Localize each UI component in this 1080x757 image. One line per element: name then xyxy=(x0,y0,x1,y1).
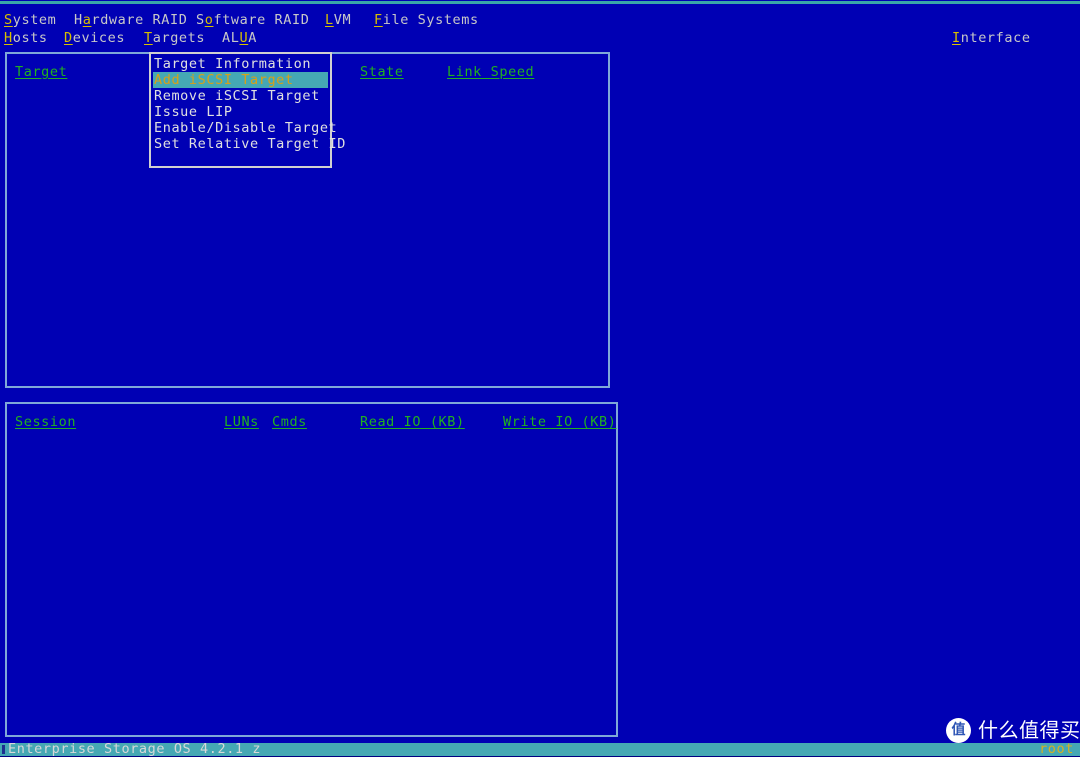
menu-option-set-relative-target-id[interactable]: Set Relative Target ID xyxy=(151,136,345,152)
watermark: 值 什么值得买 xyxy=(946,715,1080,745)
terminal-screen: System Hardware RAID Software RAID LVM File … xyxy=(0,0,1080,756)
sessions-column-headers: Session LUNs Cmds Read IO (KB) Write IO (KB) xyxy=(7,412,616,432)
menu-item-hosts[interactable]: Hosts xyxy=(4,29,48,47)
column-header-session[interactable]: Session xyxy=(15,412,76,432)
menu-item-devices[interactable]: Devices xyxy=(64,29,125,47)
menu-item-software-raid[interactable]: Software RAID xyxy=(196,11,309,29)
sessions-panel: Session LUNs Cmds Read IO (KB) Write IO (KB) xyxy=(5,402,618,737)
status-bar-tick xyxy=(2,745,5,754)
column-header-luns[interactable]: LUNs xyxy=(224,412,259,432)
menu-hotkey-letter: I xyxy=(952,30,961,46)
menu-hotkey-letter: o xyxy=(204,12,214,28)
menu-option-add-iscsi-target[interactable]: Add iSCSI Target xyxy=(153,72,328,88)
status-bar-version: Enterprise Storage OS 4.2.1 z xyxy=(8,741,262,757)
column-header-link-speed[interactable]: Link Speed xyxy=(447,62,534,82)
menu-option-enable-disable-target[interactable]: Enable/Disable Target xyxy=(151,120,337,136)
menu-option-remove-iscsi-target[interactable]: Remove iSCSI Target xyxy=(151,88,330,104)
menu-hotkey-letter: L xyxy=(325,12,334,28)
column-header-state[interactable]: State xyxy=(360,62,404,82)
column-header-cmds[interactable]: Cmds xyxy=(272,412,307,432)
menu-hotkey-letter: a xyxy=(82,12,92,28)
menu-item-hardware-raid[interactable]: Hardware RAID xyxy=(74,11,187,29)
menu-item-alua[interactable]: ALUA xyxy=(222,29,257,47)
watermark-text: 什么值得买 xyxy=(978,717,1080,742)
menu-hotkey-letter: H xyxy=(4,30,13,46)
menu-row-secondary: Hosts Devices Targets ALUA xyxy=(0,29,1080,47)
column-header-write-io-kb[interactable]: Write IO (KB) xyxy=(503,412,616,432)
menu-item-file-systems[interactable]: File Systems xyxy=(374,11,479,29)
menu-item-system[interactable]: System xyxy=(4,11,56,29)
menu-hotkey-letter: F xyxy=(374,12,383,28)
menu-option-issue-lip[interactable]: Issue LIP xyxy=(151,104,330,120)
status-bar: Enterprise Storage OS 4.2.1 z root xyxy=(0,741,1080,757)
menu-hotkey-letter: T xyxy=(144,30,153,46)
menu-item-targets[interactable]: Targets xyxy=(144,29,205,47)
targets-dropdown-menu[interactable]: Target Information Add iSCSI Target Remove… xyxy=(149,52,345,168)
menu-option-target-information[interactable]: Target Information xyxy=(151,56,330,72)
menu-bar: System Hardware RAID Software RAID LVM File … xyxy=(0,11,1080,47)
top-rule-gap xyxy=(0,4,1080,6)
menu-item-interface[interactable]: Interface xyxy=(952,29,1031,47)
column-header-target[interactable]: Target xyxy=(15,62,67,82)
column-header-read-io-kb[interactable]: Read IO (KB) xyxy=(360,412,465,432)
menu-hotkey-letter: D xyxy=(64,30,73,46)
menu-hotkey-letter: U xyxy=(239,30,249,46)
menu-row-primary: System Hardware RAID Software RAID LVM File … xyxy=(0,11,1080,29)
menu-hotkey-letter: S xyxy=(4,12,13,28)
watermark-logo-icon: 值 xyxy=(946,717,971,743)
menu-item-lvm[interactable]: LVM xyxy=(325,11,351,29)
